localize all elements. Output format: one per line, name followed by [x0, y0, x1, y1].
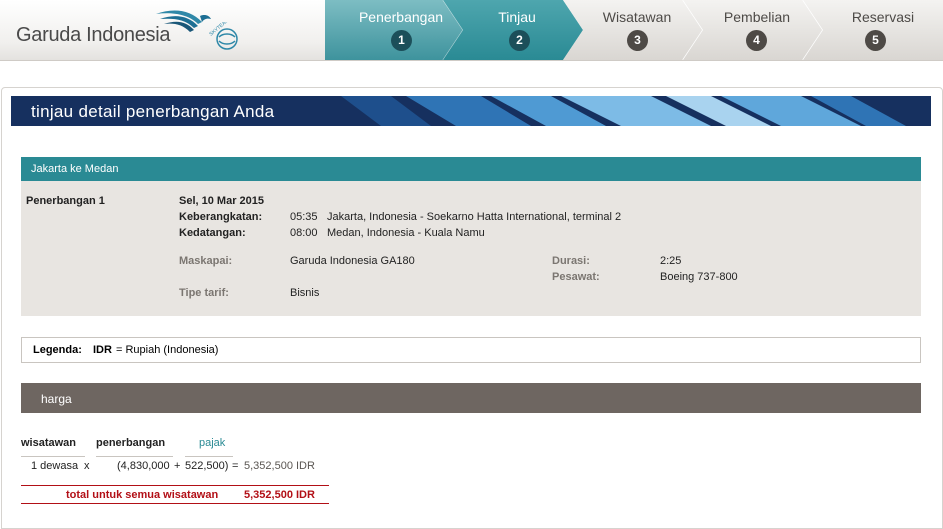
col-header-flight: penerbangan: [96, 437, 166, 449]
fare-type-value: Bisnis: [290, 287, 320, 299]
booking-progress-steps: Penerbangan 1 Tinjau 2 Wisatawan 3 Pembe…: [325, 0, 943, 60]
price-section-header: harga: [21, 383, 921, 413]
plus-sign: +: [174, 460, 181, 472]
brand-name[interactable]: Garuda Indonesia: [16, 24, 171, 47]
svg-text:SKYTEAM: SKYTEAM: [208, 22, 230, 38]
step-label: Reservasi: [851, 9, 915, 25]
travellers-count: 1 dewasa: [31, 460, 79, 472]
departure-time: 05:35: [290, 211, 318, 223]
arrival-place: Medan, Indonesia - Kuala Namu: [327, 227, 485, 239]
step-number: 3: [627, 30, 648, 51]
route-header: Jakarta ke Medan: [21, 157, 921, 181]
carrier-label: Maskapai:: [179, 255, 233, 267]
currency-legend: Legenda: IDR = Rupiah (Indonesia): [21, 337, 921, 363]
fare-type-label: Tipe tarif:: [179, 287, 229, 299]
step-pembelian[interactable]: Pembelian 4: [683, 0, 823, 60]
divider: [185, 456, 233, 457]
total-label: total untuk semua wisatawan: [66, 489, 219, 501]
aircraft-value: Boeing 737-800: [660, 271, 738, 283]
duration-label: Durasi:: [552, 255, 590, 267]
step-number: 5: [865, 30, 886, 51]
flight-details: Penerbangan 1 Sel, 10 Mar 2015 Keberangk…: [21, 181, 921, 316]
price-section-title: harga: [41, 392, 72, 406]
divider: [96, 456, 173, 457]
step-label: Pembelian: [723, 9, 791, 25]
step-number: 1: [391, 30, 412, 51]
total-divider: [21, 485, 329, 486]
step-wisatawan[interactable]: Wisatawan 3: [563, 0, 703, 60]
flight-date: Sel, 10 Mar 2015: [179, 195, 265, 207]
step-reservasi[interactable]: Reservasi 5: [803, 0, 943, 60]
equals-sign: =: [232, 460, 239, 472]
site-header: Garuda Indonesia SKYTEAM Penerbangan 1 T…: [0, 0, 943, 61]
step-tinjau[interactable]: Tinjau 2: [443, 0, 583, 60]
col-header-tax[interactable]: pajak: [199, 437, 225, 449]
departure-place: Jakarta, Indonesia - Soekarno Hatta Inte…: [327, 211, 622, 223]
aircraft-label: Pesawat:: [552, 271, 600, 283]
divider: [21, 456, 85, 457]
carrier-value: Garuda Indonesia GA180: [290, 255, 415, 267]
legend-label: Legenda:: [33, 344, 82, 356]
step-label: Wisatawan: [602, 9, 672, 25]
total-divider: [21, 503, 329, 504]
page-title-bar: tinjau detail penerbangan Anda: [11, 96, 931, 126]
skyteam-logo-icon: SKYTEAM: [208, 22, 238, 50]
step-number: 2: [509, 30, 530, 51]
step-label: Tinjau: [498, 9, 536, 25]
subtotal-amount: 5,352,500 IDR: [244, 460, 315, 472]
legend-currency-desc: = Rupiah (Indonesia): [116, 344, 219, 356]
flight-fare: (4,830,000: [117, 460, 170, 472]
route-title: Jakarta ke Medan: [31, 163, 119, 175]
departure-label: Keberangkatan:: [179, 211, 263, 223]
times-sign: x: [84, 460, 90, 472]
total-amount: 5,352,500 IDR: [244, 489, 315, 501]
tax-amount: 522,500): [185, 460, 229, 472]
garuda-bird-logo-icon: [156, 10, 211, 32]
flight-label: Penerbangan 1: [26, 195, 105, 207]
duration-value: 2:25: [660, 255, 682, 267]
arrival-time: 08:00: [290, 227, 318, 239]
arrival-label: Kedatangan:: [179, 227, 246, 239]
legend-currency-code: IDR: [93, 344, 112, 356]
step-number: 4: [746, 30, 767, 51]
page-title: tinjau detail penerbangan Anda: [31, 102, 275, 121]
col-header-travellers: wisatawan: [21, 437, 77, 449]
